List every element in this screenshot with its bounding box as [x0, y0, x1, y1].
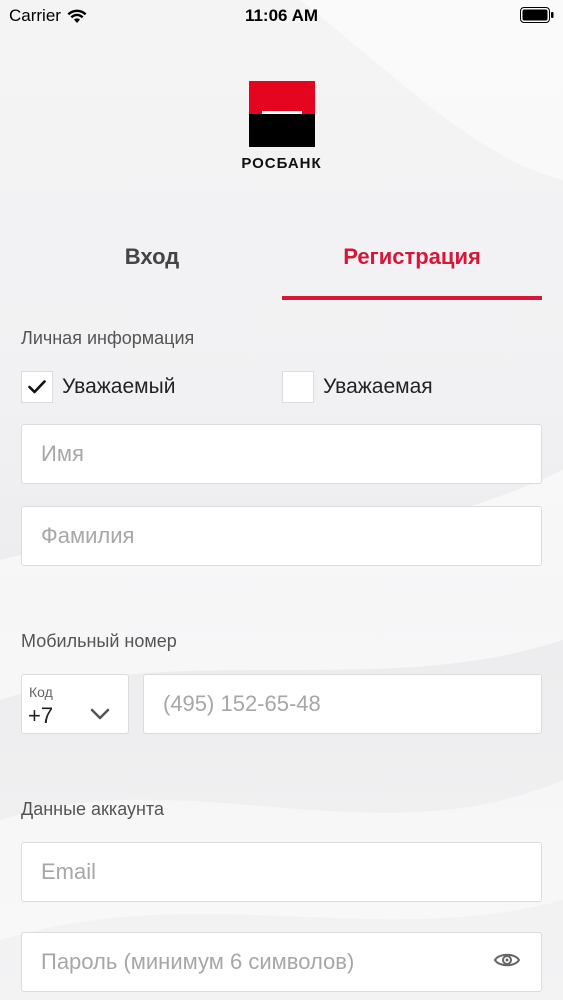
account-data-title: Данные аккаунта — [21, 799, 164, 819]
salutation-female-option[interactable]: Уважаемая — [282, 371, 433, 403]
eye-icon[interactable] — [493, 950, 521, 970]
password-input[interactable] — [22, 949, 541, 975]
password-field — [21, 932, 542, 992]
auth-tabs: Вход Регистрация — [0, 232, 563, 302]
status-bar: Carrier 11:06 AM — [0, 0, 563, 32]
first-name-field — [21, 424, 542, 484]
email-input[interactable] — [22, 859, 541, 885]
tab-login[interactable]: Вход — [22, 244, 282, 270]
phone-field — [143, 674, 542, 734]
personal-info-title: Личная информация — [21, 328, 195, 348]
salutation-female-label: Уважаемая — [323, 375, 433, 398]
active-tab-underline — [282, 296, 542, 300]
last-name-field — [21, 506, 542, 566]
logo-brand-text: РОСБАНК — [241, 155, 322, 172]
country-code-select[interactable]: Код +7 — [21, 674, 129, 734]
chevron-down-icon — [90, 708, 110, 720]
salutation-female-checkbox[interactable] — [282, 371, 314, 403]
salutation-male-label: Уважаемый — [62, 375, 176, 398]
email-field — [21, 842, 542, 902]
country-code-label: Код — [29, 684, 53, 700]
salutation-male-checkbox[interactable] — [21, 371, 53, 403]
checkmark-icon — [28, 380, 46, 394]
last-name-input[interactable] — [22, 523, 541, 549]
salutation-row: Уважаемый Уважаемая — [21, 371, 542, 405]
tab-register[interactable]: Регистрация — [282, 244, 542, 270]
rosbank-logo — [249, 81, 315, 147]
first-name-input[interactable] — [22, 441, 541, 467]
country-code-value: +7 — [28, 703, 54, 728]
battery-icon — [520, 7, 554, 28]
phone-input[interactable] — [144, 691, 541, 717]
salutation-male-option[interactable]: Уважаемый — [21, 371, 175, 403]
status-time: 11:06 AM — [244, 6, 319, 25]
mobile-number-title: Мобильный номер — [21, 631, 177, 651]
